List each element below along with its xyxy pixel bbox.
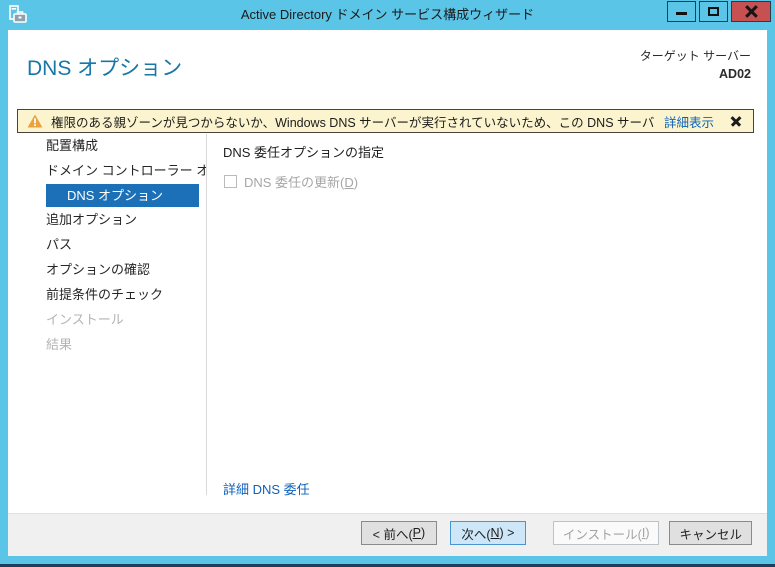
dns-delegation-checkbox-label: DNS 委任の更新(D) <box>244 172 358 191</box>
checkbox-label-text: DNS 委任の更新( <box>244 175 345 190</box>
page-title: DNS オプション <box>27 57 183 80</box>
next-button-label: 次へ( <box>461 527 491 542</box>
warning-banner: 権限のある親ゾーンが見つからないか、Windows DNS サーバーが実行されて… <box>17 109 754 133</box>
show-details-link[interactable]: 詳細表示 <box>664 112 714 131</box>
dns-delegation-checkbox-row: DNS 委任の更新(D) <box>224 172 358 191</box>
warning-message: 権限のある親ゾーンが見つからないか、Windows DNS サーバーが実行されて… <box>51 115 654 130</box>
advanced-dns-delegation-link[interactable]: 詳細 DNS 委任 <box>223 479 310 498</box>
sidebar-item[interactable]: ドメイン コントローラー オプ… <box>8 159 206 183</box>
previous-button-suffix: ) <box>420 526 426 540</box>
window-controls <box>664 1 771 22</box>
checkbox-access-key: D <box>344 175 354 190</box>
target-server-label: ターゲット サーバー <box>639 49 751 63</box>
next-button[interactable]: 次へ(N) > <box>449 521 526 545</box>
maximize-button[interactable] <box>699 1 728 22</box>
sidebar-item[interactable]: 追加オプション <box>8 208 206 232</box>
next-button-suffix: ) > <box>499 526 515 540</box>
sidebar-item[interactable]: オプションの確認 <box>8 258 206 282</box>
sidebar-item[interactable]: 配置構成 <box>8 134 206 158</box>
install-button-label: インストール( <box>562 527 642 542</box>
maximize-icon <box>708 7 719 16</box>
section-title: DNS 委任オプションの指定 <box>223 145 385 160</box>
cancel-button-label: キャンセル <box>679 527 742 542</box>
close-button[interactable] <box>731 1 771 22</box>
previous-button[interactable]: < 前へ(P) <box>360 521 437 545</box>
minimize-icon <box>676 12 687 15</box>
footer-bar: < 前へ(P) 次へ(N) > インストール(I) キャンセル <box>8 513 767 556</box>
sidebar-item: 結果 <box>46 337 73 352</box>
sidebar-item[interactable]: DNS オプション <box>46 184 199 207</box>
close-icon <box>745 5 758 18</box>
target-server-block: ターゲット サーバー AD02 <box>640 47 751 81</box>
previous-access-key: P <box>412 526 421 540</box>
warning-triangle-icon <box>27 114 43 128</box>
wizard-app-icon <box>8 5 28 25</box>
checkbox-label-suffix: ) <box>353 175 359 190</box>
minimize-button[interactable] <box>667 1 696 22</box>
sidebar-item[interactable]: 前提条件のチェック <box>8 283 206 307</box>
titlebar: Active Directory ドメイン サービス構成ウィザード <box>0 0 775 30</box>
sidebar-nav: 配置構成ドメイン コントローラー オプ…DNS オプション追加オプションパスオプ… <box>8 134 207 495</box>
target-server-name: AD02 <box>719 67 751 81</box>
install-button: インストール(I) <box>552 521 660 545</box>
install-button-suffix: ) <box>645 526 650 540</box>
sidebar-item: インストール <box>46 312 124 327</box>
wizard-window: Active Directory ドメイン サービス構成ウィザード DNS オプ… <box>0 0 775 567</box>
cancel-button[interactable]: キャンセル <box>669 521 752 545</box>
sidebar-item[interactable]: パス <box>8 233 206 257</box>
wizard-buttons: < 前へ(P) 次へ(N) > インストール(I) キャンセル <box>360 521 752 545</box>
content-pane: DNS 委任オプションの指定 DNS 委任の更新(D) 詳細 DNS 委任 <box>208 134 767 513</box>
banner-close-icon[interactable] <box>730 115 742 127</box>
window-title: Active Directory ドメイン サービス構成ウィザード <box>240 7 535 22</box>
window-body: DNS オプション ターゲット サーバー AD02 権限のある親ゾーンが見つから… <box>8 30 767 556</box>
dns-delegation-checkbox <box>224 175 237 188</box>
previous-button-label: < 前へ( <box>372 527 413 542</box>
next-access-key: N <box>490 526 500 540</box>
